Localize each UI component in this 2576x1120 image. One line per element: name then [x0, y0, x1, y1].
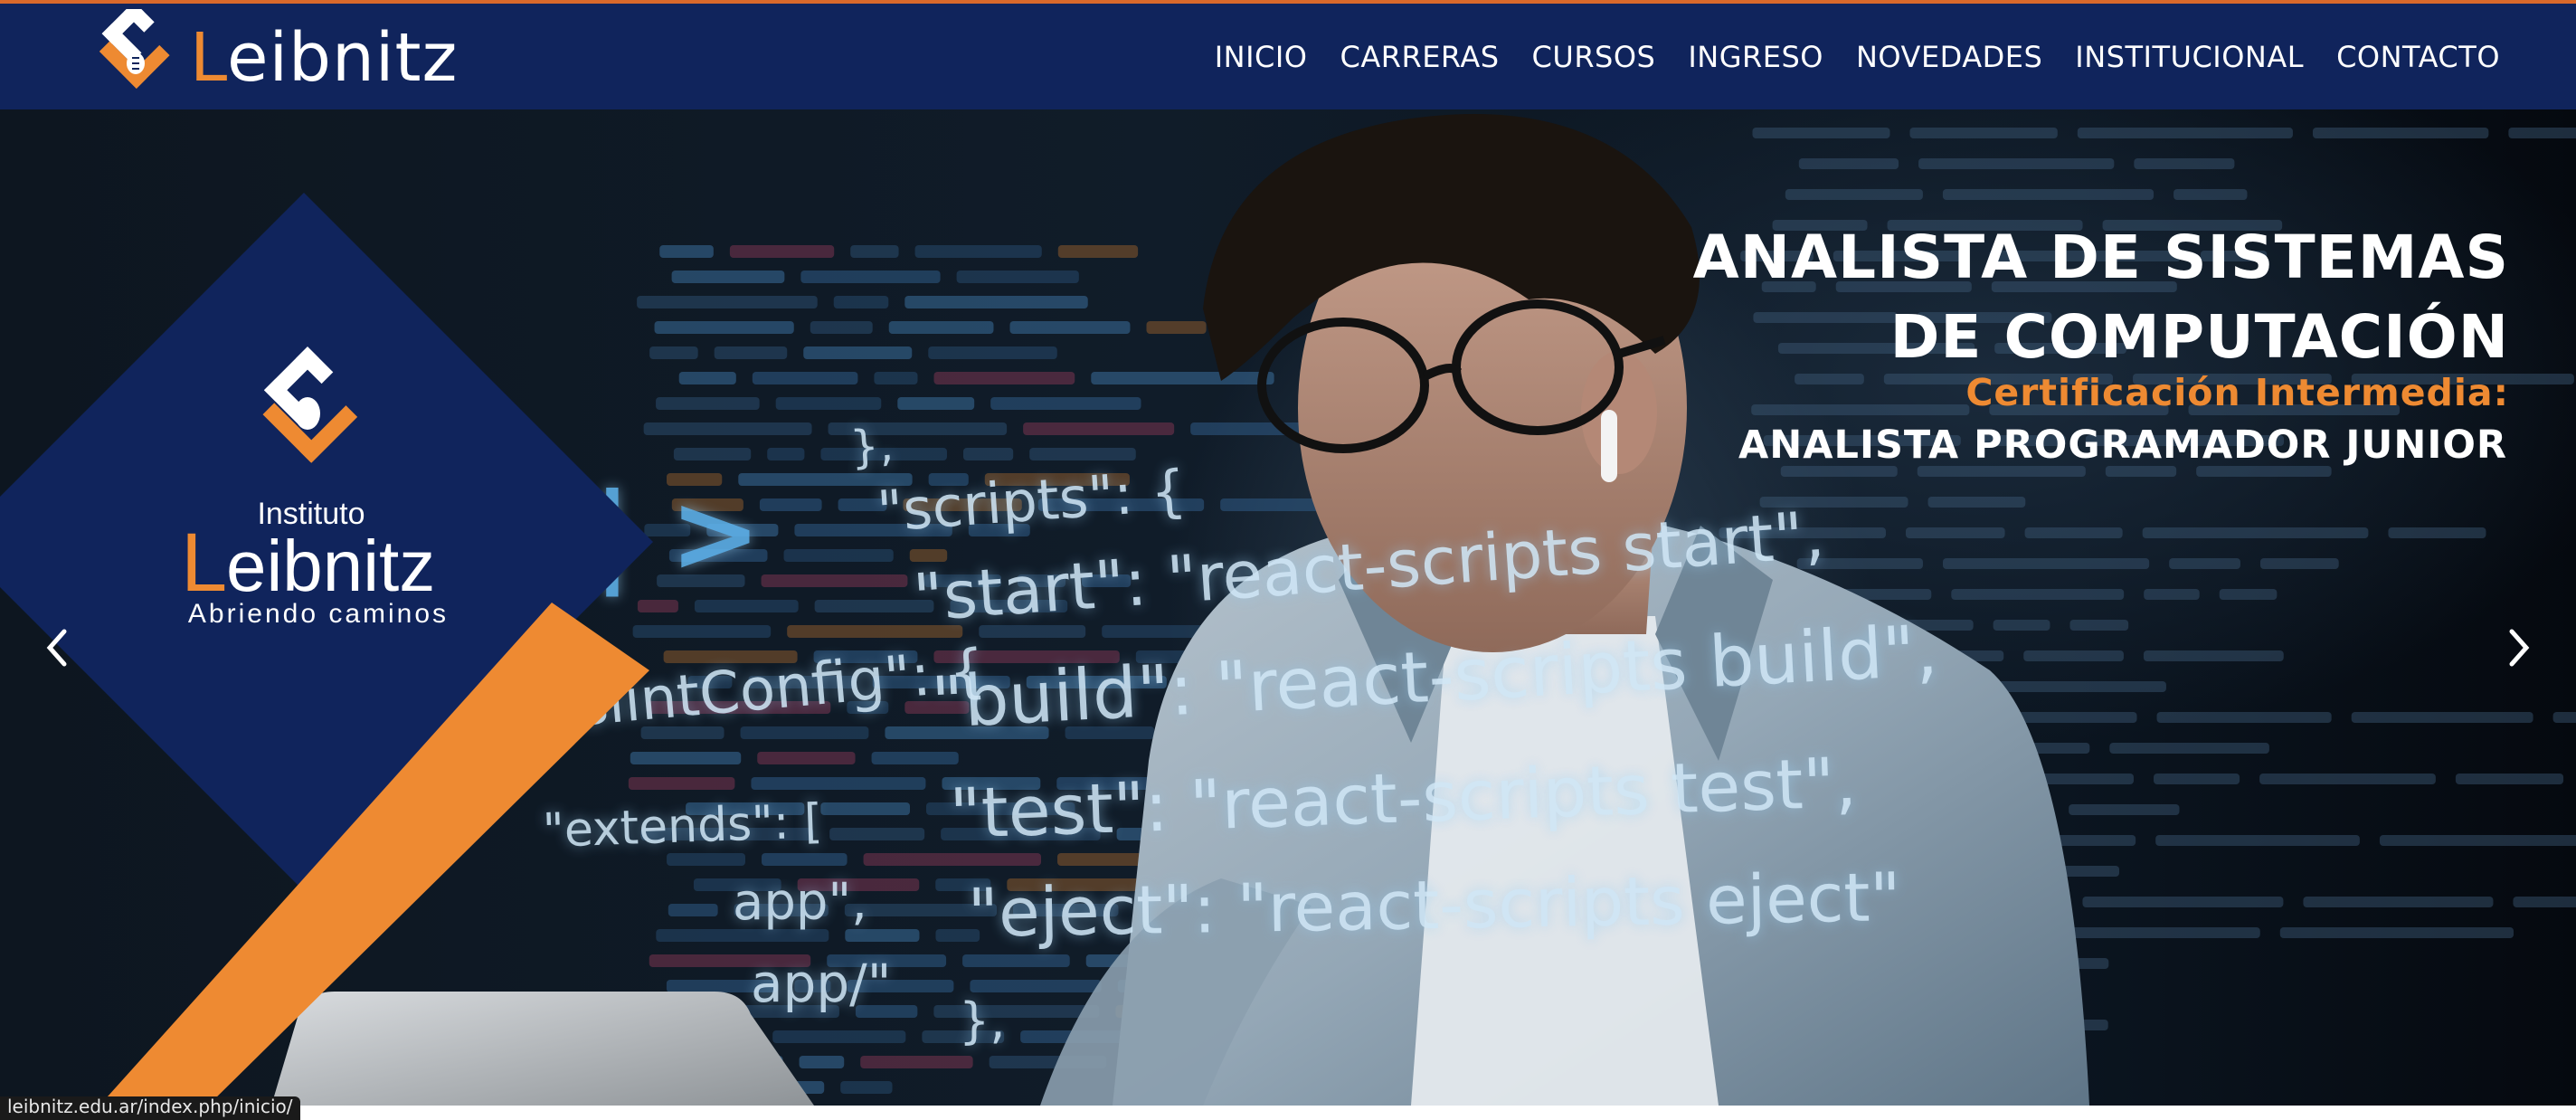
carousel-next-button[interactable]	[2493, 612, 2547, 684]
institute-name-initial: L	[181, 517, 227, 609]
brand-logo[interactable]: Leibnitz	[83, 9, 458, 107]
institute-tagline: Abriendo caminos	[188, 599, 449, 629]
nav-item-cursos[interactable]: CURSOS	[1516, 40, 1672, 74]
chevron-left-icon	[46, 629, 67, 667]
nav-item-institucional[interactable]: INSTITUCIONAL	[2059, 40, 2320, 74]
leibnitz-logo-icon	[99, 9, 170, 89]
institute-name-rest: eibnitz	[226, 526, 435, 606]
hero-subtitle: ANALISTA PROGRAMADOR JUNIOR	[1738, 422, 2507, 468]
carousel-prev-button[interactable]	[29, 612, 83, 684]
main-menu: INICIO CARRERAS CURSOS INGRESO NOVEDADES INST…	[1198, 4, 2516, 109]
hero-title-line2: DE COMPUTACIÓN	[1889, 302, 2509, 372]
chevron-right-icon	[2509, 629, 2530, 667]
brand-name: Leibnitz	[190, 24, 458, 91]
nav-item-carreras[interactable]: CARRERAS	[1323, 40, 1515, 74]
nav-item-inicio[interactable]: INICIO	[1198, 40, 1324, 74]
nav-item-contacto[interactable]: CONTACTO	[2320, 40, 2516, 74]
hero-certification: Certificación Intermedia:	[1965, 371, 2509, 414]
main-navbar: Leibnitz INICIO CARRERAS CURSOS INGRESO NOVE…	[0, 4, 2576, 109]
link-status-bar: leibnitz.edu.ar/index.php/inicio/	[0, 1096, 300, 1120]
nav-item-novedades[interactable]: NOVEDADES	[1840, 40, 2059, 74]
nav-item-ingreso[interactable]: INGRESO	[1672, 40, 1840, 74]
brand-initial: L	[190, 19, 227, 97]
hero-title-line1: ANALISTA DE SISTEMAS	[1692, 223, 2509, 292]
hero-title: ANALISTA DE SISTEMAS DE COMPUTACIÓN	[1693, 218, 2509, 377]
hero-carousel: }, "scripts": {"start": "react-scripts st…	[0, 109, 2576, 1106]
brand-rest: eibnitz	[226, 19, 459, 97]
